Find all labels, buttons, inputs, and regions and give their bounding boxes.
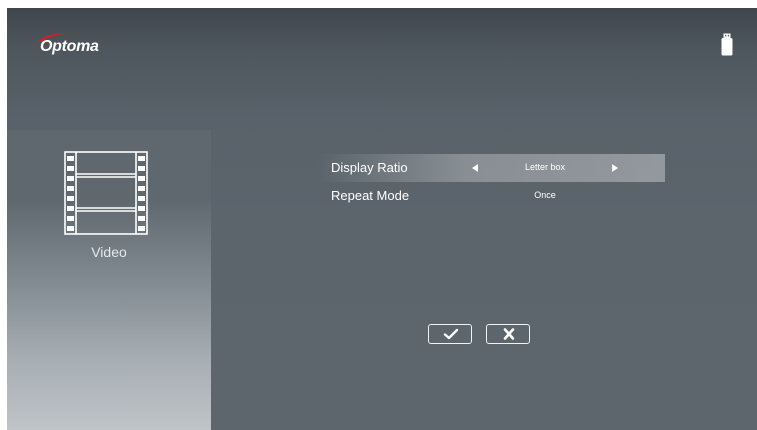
media-type-label: Video bbox=[91, 244, 127, 260]
setting-label: Repeat Mode bbox=[331, 188, 410, 203]
film-strip-icon[interactable] bbox=[63, 150, 149, 236]
x-icon bbox=[503, 328, 515, 340]
logo-text: Optoma bbox=[40, 38, 99, 55]
confirm-button[interactable] bbox=[428, 324, 472, 344]
cancel-button[interactable] bbox=[486, 324, 530, 344]
setting-row-repeat-mode[interactable]: Repeat Mode Once bbox=[317, 182, 665, 210]
setting-value: Letter box bbox=[524, 162, 566, 172]
usb-drive-icon bbox=[721, 33, 733, 56]
setting-label: Display Ratio bbox=[331, 160, 408, 175]
arrow-left-icon[interactable] bbox=[468, 161, 482, 175]
dialog-buttons bbox=[428, 324, 538, 348]
setting-row-display-ratio[interactable]: Display Ratio Letter box bbox=[317, 154, 665, 182]
settings-list: Display Ratio Letter box Repeat Mode Onc… bbox=[317, 154, 665, 210]
setting-value: Once bbox=[534, 190, 556, 200]
media-settings-screen: Optoma Video Display Ratio Letter box Re… bbox=[7, 8, 757, 430]
checkmark-icon bbox=[443, 328, 459, 340]
arrow-right-icon[interactable] bbox=[608, 161, 622, 175]
optoma-logo: Optoma bbox=[35, 30, 125, 58]
